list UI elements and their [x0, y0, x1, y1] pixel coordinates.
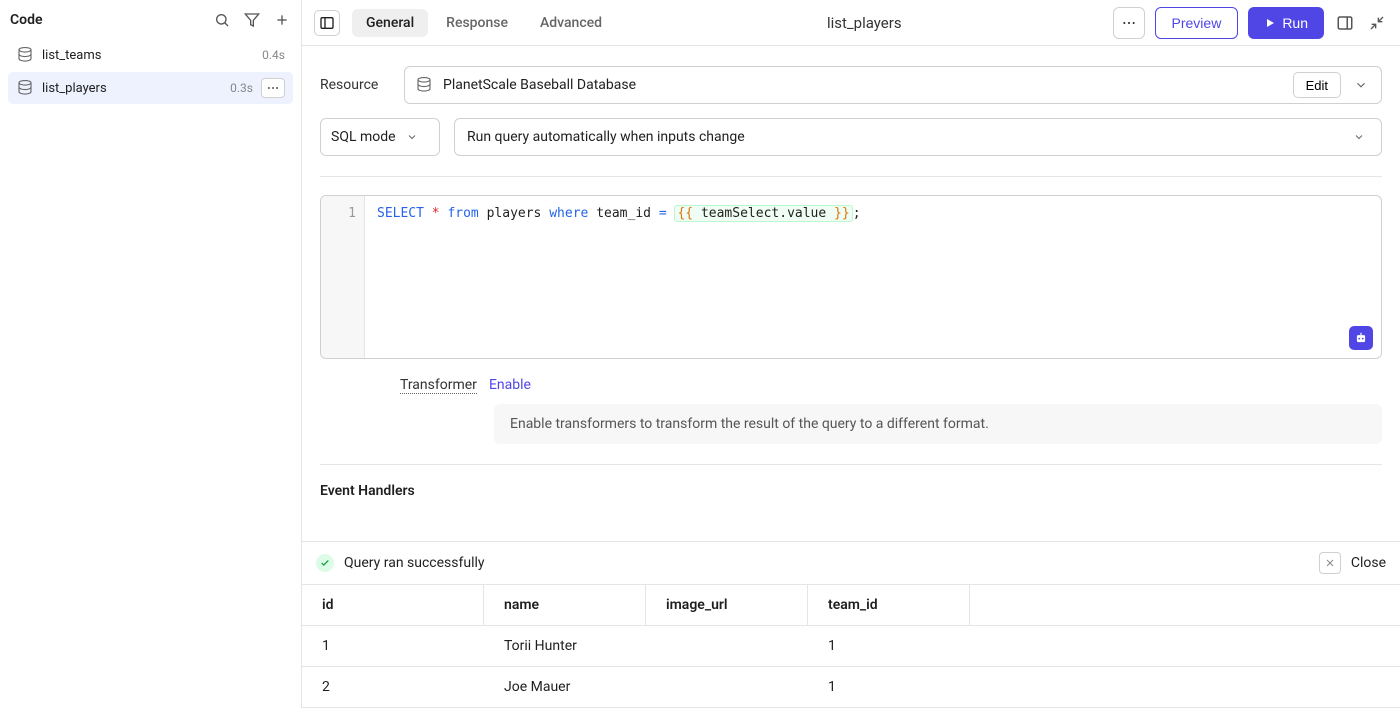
line-number: 1	[329, 206, 356, 221]
cell-extra	[970, 667, 1400, 707]
table-header: id name image_url team_id	[302, 585, 1400, 626]
cell-team-id: 1	[808, 626, 970, 666]
sidebar-header: Code	[0, 0, 301, 40]
th-extra	[970, 585, 1400, 625]
chevron-down-icon[interactable]	[1351, 75, 1371, 95]
sidebar-list: list_teams 0.4s list_players 0.3s	[0, 40, 301, 104]
filter-icon[interactable]	[243, 11, 261, 29]
success-icon	[316, 554, 334, 572]
collapse-icon[interactable]	[1366, 12, 1388, 34]
enable-link[interactable]: Enable	[489, 377, 531, 394]
sidebar: Code list_teams 0.4s list_players	[0, 0, 302, 708]
code-star: *	[432, 206, 440, 221]
item-more-button[interactable]	[261, 78, 285, 98]
more-button[interactable]	[1113, 7, 1145, 39]
play-icon	[1264, 17, 1276, 29]
edit-button[interactable]: Edit	[1293, 72, 1341, 98]
expr-prop: value	[787, 206, 826, 221]
code-col: team_id	[596, 206, 651, 221]
transformer-hint: Enable transformers to transform the res…	[494, 404, 1382, 444]
database-icon	[16, 46, 34, 64]
tab-general[interactable]: General	[352, 9, 428, 37]
panel-right-toggle[interactable]	[1334, 12, 1356, 34]
code-select: SELECT	[377, 206, 424, 221]
search-icon[interactable]	[213, 11, 231, 29]
cell-name: Torii Hunter	[484, 626, 646, 666]
th-name[interactable]: name	[484, 585, 646, 625]
resource-row: Resource PlanetScale Baseball Database E…	[320, 66, 1382, 104]
code-where: where	[549, 206, 588, 221]
sidebar-item-time: 0.4s	[262, 48, 285, 62]
template-expression: {{ teamSelect.value }}	[674, 205, 852, 222]
th-team-id[interactable]: team_id	[808, 585, 970, 625]
th-id[interactable]: id	[302, 585, 484, 625]
code-eq: =	[659, 206, 667, 221]
trigger-label: Run query automatically when inputs chan…	[467, 129, 745, 145]
transformer-row: Transformer Enable	[320, 377, 1382, 394]
tab-advanced[interactable]: Advanced	[526, 9, 616, 37]
content: Resource PlanetScale Baseball Database E…	[302, 46, 1400, 541]
divider	[320, 176, 1382, 177]
code-area[interactable]: SELECT * from players where team_id = {{…	[365, 196, 1381, 358]
query-title: list_players	[624, 14, 1104, 32]
close-icon[interactable]	[1319, 552, 1341, 574]
cell-id: 2	[302, 667, 484, 707]
mode-row: SQL mode Run query automatically when in…	[320, 118, 1382, 156]
cell-name: Joe Mauer	[484, 667, 646, 707]
sidebar-item-label: list_teams	[42, 48, 254, 63]
divider	[320, 464, 1382, 465]
code-semi: ;	[853, 206, 861, 221]
sidebar-title: Code	[10, 12, 43, 28]
close-button[interactable]: Close	[1351, 555, 1386, 571]
status-bar: Query ran successfully Close	[302, 541, 1400, 584]
ai-assist-button[interactable]	[1349, 326, 1373, 350]
toolbar: General Response Advanced list_players P…	[302, 0, 1400, 46]
open-braces: {{	[677, 206, 693, 221]
resource-value: PlanetScale Baseball Database	[443, 77, 1283, 93]
resource-label: Resource	[320, 77, 390, 93]
run-label: Run	[1282, 15, 1308, 31]
sidebar-item-list-players[interactable]: list_players 0.3s	[8, 72, 293, 104]
main: General Response Advanced list_players P…	[302, 0, 1400, 708]
database-icon	[415, 76, 433, 94]
database-icon	[16, 79, 34, 97]
expr-dot: .	[779, 206, 787, 221]
sidebar-item-time: 0.3s	[230, 81, 253, 95]
plus-icon[interactable]	[273, 11, 291, 29]
cell-id: 1	[302, 626, 484, 666]
chevron-down-icon	[402, 127, 422, 147]
code-table: players	[487, 206, 542, 221]
status-text: Query ran successfully	[344, 555, 1309, 571]
close-braces: }}	[834, 206, 850, 221]
event-handlers-title: Event Handlers	[320, 483, 1382, 499]
preview-button[interactable]: Preview	[1155, 7, 1239, 39]
chevron-down-icon	[1349, 127, 1369, 147]
trigger-select[interactable]: Run query automatically when inputs chan…	[454, 118, 1382, 156]
cell-image-url	[646, 626, 808, 666]
sidebar-item-list-teams[interactable]: list_teams 0.4s	[8, 40, 293, 70]
tab-response[interactable]: Response	[432, 9, 522, 37]
expr-obj: teamSelect	[701, 206, 779, 221]
results-table: id name image_url team_id 1 Torii Hunter…	[302, 584, 1400, 708]
panel-left-toggle[interactable]	[314, 10, 340, 36]
sql-mode-select[interactable]: SQL mode	[320, 118, 440, 156]
tabs: General Response Advanced	[352, 9, 616, 37]
toolbar-left: General Response Advanced	[314, 9, 616, 37]
run-button[interactable]: Run	[1248, 7, 1324, 39]
code-editor[interactable]: 1 SELECT * from players where team_id = …	[320, 195, 1382, 359]
code-from: from	[447, 206, 478, 221]
th-image-url[interactable]: image_url	[646, 585, 808, 625]
toolbar-right: Preview Run	[1113, 7, 1388, 39]
cell-extra	[970, 626, 1400, 666]
table-row[interactable]: 2 Joe Mauer 1	[302, 667, 1400, 708]
cell-image-url	[646, 667, 808, 707]
gutter: 1	[321, 196, 365, 358]
resource-select[interactable]: PlanetScale Baseball Database Edit	[404, 66, 1382, 104]
transformer-label: Transformer	[400, 377, 477, 394]
table-row[interactable]: 1 Torii Hunter 1	[302, 626, 1400, 667]
cell-team-id: 1	[808, 667, 970, 707]
sidebar-actions	[213, 11, 291, 29]
mode-label: SQL mode	[331, 129, 396, 145]
sidebar-item-label: list_players	[42, 81, 222, 96]
